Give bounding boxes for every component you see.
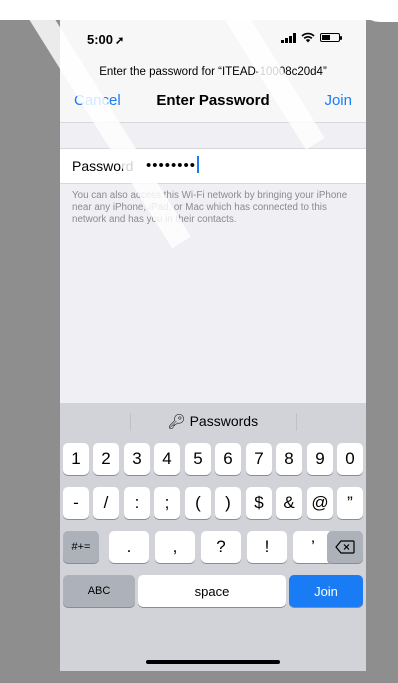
key-2[interactable]: 2 <box>93 443 119 475</box>
key-6[interactable]: 6 <box>215 443 241 475</box>
delete-key[interactable] <box>327 531 363 563</box>
join-button[interactable]: Join <box>324 92 352 109</box>
time-text: 5:00 <box>87 32 114 47</box>
wifi-icon <box>301 32 315 43</box>
status-icons <box>281 32 342 43</box>
symbols-toggle-key[interactable]: #+= <box>63 531 99 563</box>
key-8[interactable]: 8 <box>276 443 302 475</box>
key-9[interactable]: 9 <box>307 443 333 475</box>
text-cursor <box>197 156 200 173</box>
key-dollar[interactable]: $ <box>246 487 272 519</box>
passwords-label: Passwords <box>189 413 259 429</box>
key-open-paren[interactable]: ( <box>185 487 211 519</box>
key-4[interactable]: 4 <box>154 443 180 475</box>
cellular-signal-icon <box>281 32 296 43</box>
location-arrow-icon: ➚ <box>115 35 125 47</box>
key-close-paren[interactable]: ) <box>215 487 241 519</box>
status-bar: 5:00 ➚ <box>60 20 366 58</box>
space-key[interactable]: space <box>138 575 286 607</box>
key-0[interactable]: 0 <box>337 443 363 475</box>
keyboard: 🔑︎ Passwords 1 2 3 4 5 6 7 8 9 0 - / : ;… <box>60 403 366 671</box>
keyboard-join-key[interactable]: Join <box>289 575 363 607</box>
password-dots: •••••••• <box>146 157 197 174</box>
key-1[interactable]: 1 <box>63 443 89 475</box>
key-slash[interactable]: / <box>93 487 119 519</box>
password-field-row[interactable]: Password •••••••• <box>60 148 366 184</box>
key-period[interactable]: . <box>109 531 149 563</box>
key-5[interactable]: 5 <box>185 443 211 475</box>
password-input[interactable]: •••••••• <box>146 156 200 174</box>
key-comma[interactable]: , <box>155 531 195 563</box>
key-exclamation[interactable]: ! <box>247 531 287 563</box>
nav-header: Enter the password for “ITEAD-10008c20d4… <box>60 58 366 123</box>
key-ampersand[interactable]: & <box>276 487 302 519</box>
abc-key[interactable]: ABC <box>63 575 135 607</box>
top-margin <box>0 0 398 20</box>
key-icon: 🔑︎ <box>167 413 186 429</box>
key-7[interactable]: 7 <box>246 443 272 475</box>
key-question[interactable]: ? <box>201 531 241 563</box>
wifi-sharing-note: You can also access this Wi-Fi network b… <box>72 190 348 225</box>
passwords-suggestion[interactable]: 🔑︎ Passwords <box>60 413 366 430</box>
key-at[interactable]: @ <box>307 487 333 519</box>
phone-screen: 5:00 ➚ Enter the password for “ITEAD-1000… <box>60 20 366 671</box>
home-indicator <box>146 660 280 664</box>
suggestion-bar: 🔑︎ Passwords <box>60 403 366 441</box>
key-semicolon[interactable]: ; <box>154 487 180 519</box>
key-quote[interactable]: ” <box>337 487 363 519</box>
key-colon[interactable]: : <box>124 487 150 519</box>
key-3[interactable]: 3 <box>124 443 150 475</box>
status-time: 5:00 ➚ <box>87 32 124 47</box>
key-hyphen[interactable]: - <box>63 487 89 519</box>
battery-icon <box>320 33 342 42</box>
password-prompt: Enter the password for “ITEAD-10008c20d4… <box>99 66 327 78</box>
password-label: Password <box>72 158 134 174</box>
page-title: Enter Password <box>156 92 270 109</box>
delete-icon <box>335 540 355 554</box>
